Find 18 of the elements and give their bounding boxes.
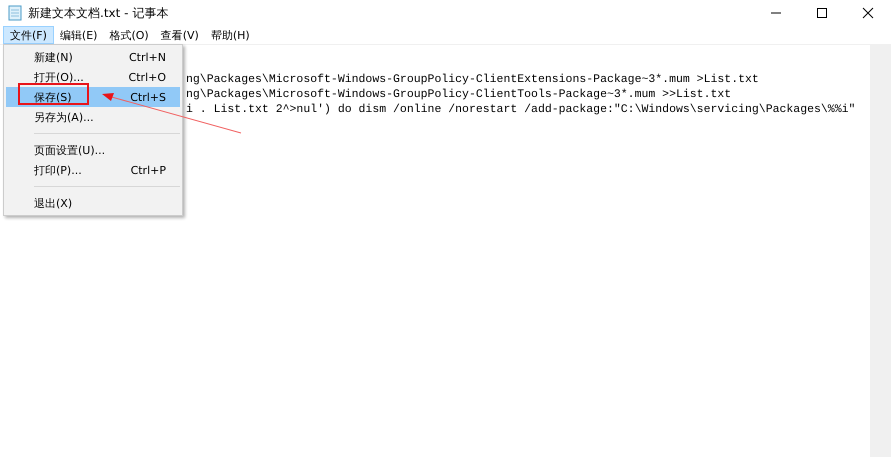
code-line: ng\Packages\Microsoft-Windows-GroupPolicy-ClientExtensions-Package~3*.mum >List.txt — [186, 72, 759, 87]
code-line: ng\Packages\Microsoft-Windows-GroupPolicy-ClientTools-Package~3*.mum >>List.txt — [186, 87, 732, 102]
code-line: i . List.txt 2^>nul') do dism /online /norestart /add-package:"C:\Windows\servicing\Packages\%%i" — [186, 102, 856, 117]
menu-option[interactable]: 打开(O)... Ctrl+O — [6, 67, 180, 87]
menu-item[interactable]: 格式(O) — [103, 26, 155, 44]
menu-item[interactable]: 查看(V) — [154, 26, 205, 44]
menu-option[interactable]: 另存为(A)... — [6, 107, 180, 127]
menu-option[interactable]: 退出(X) — [6, 193, 180, 213]
highlight-box — [18, 83, 89, 105]
menu-item[interactable]: 编辑(E) — [54, 26, 104, 44]
notepad-icon — [8, 5, 22, 21]
window-title: 新建文本文档.txt - 记事本 — [28, 4, 170, 22]
menu-option[interactable]: 页面设置(U)... — [6, 140, 180, 160]
menu-option[interactable]: 新建(N) Ctrl+N — [6, 47, 180, 67]
menu-item[interactable]: 帮助(H) — [204, 26, 256, 44]
menu-option[interactable]: 打印(P)... Ctrl+P — [6, 160, 180, 180]
menu-option[interactable]: 保存(S) Ctrl+S — [6, 87, 180, 107]
menu-item[interactable]: 文件(F) — [3, 26, 54, 44]
